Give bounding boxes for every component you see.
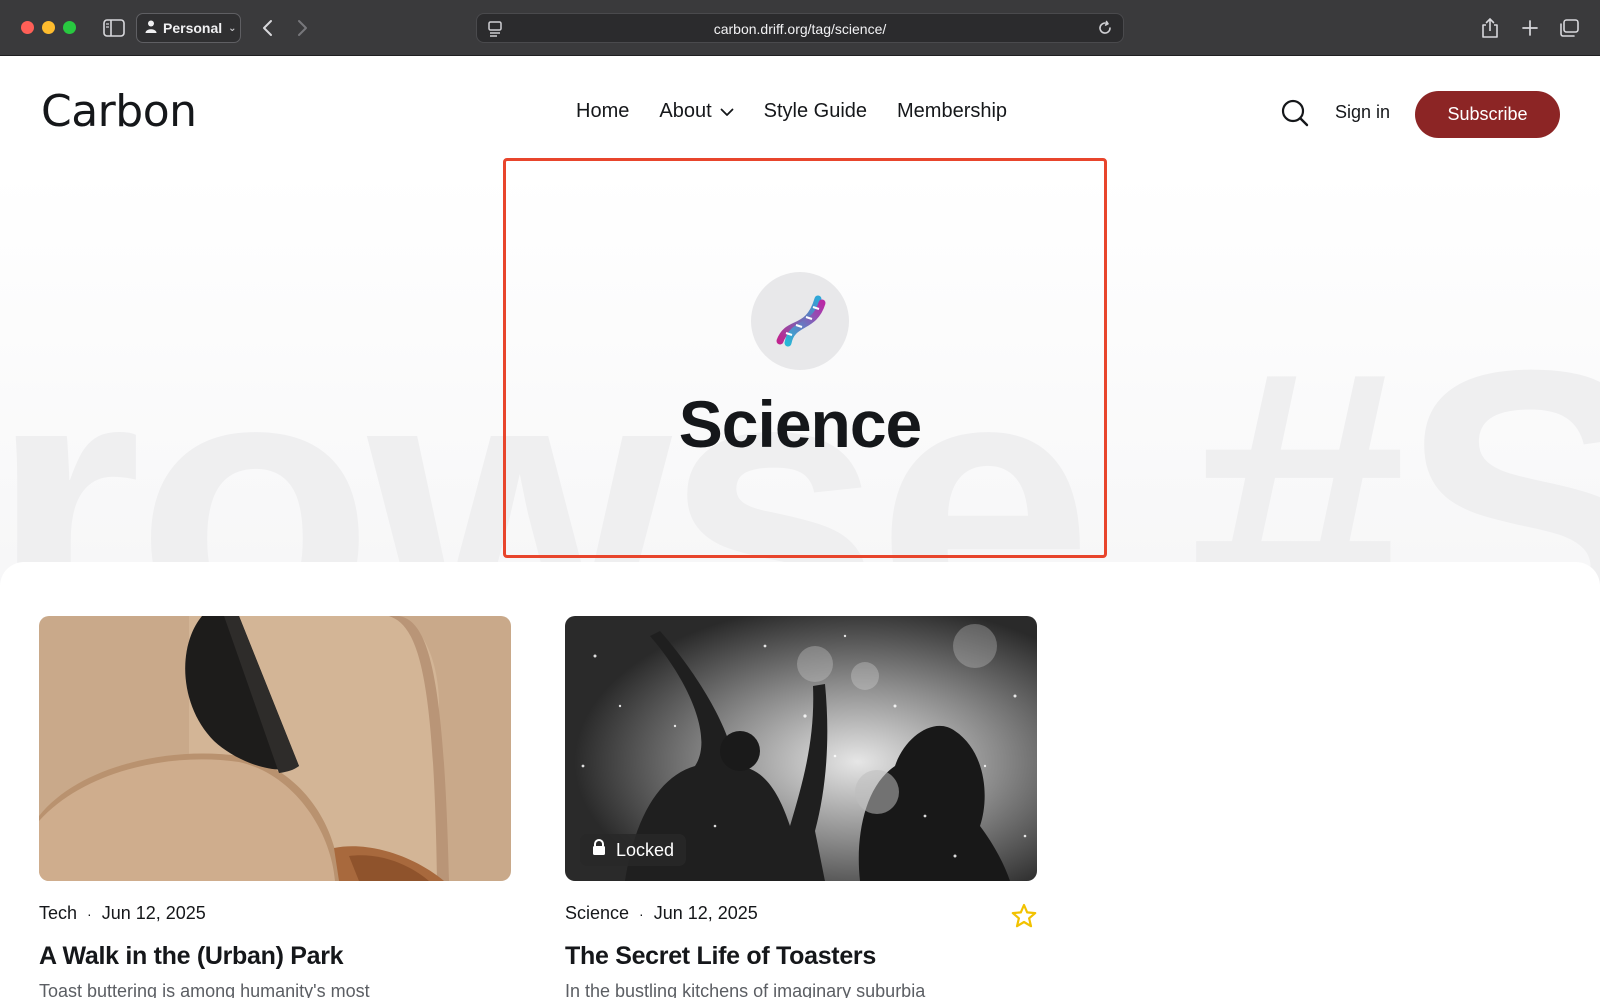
post-card-meta: Science · Jun 12, 2025	[565, 903, 1037, 924]
nav-membership[interactable]: Membership	[897, 100, 1007, 123]
highlight-annotation-box	[503, 158, 1107, 558]
post-card-image[interactable]: Locked	[565, 616, 1037, 881]
profile-label: Personal	[163, 20, 223, 36]
close-window-button[interactable]	[21, 21, 34, 34]
post-card-title[interactable]: A Walk in the (Urban) Park	[39, 942, 511, 971]
post-card[interactable]: Tech · Jun 12, 2025 A Walk in the (Urban…	[39, 616, 511, 998]
post-card-meta: Tech · Jun 12, 2025	[39, 903, 511, 924]
locked-badge: Locked	[580, 834, 687, 866]
post-card-date: Jun 12, 2025	[653, 903, 758, 923]
post-card-title[interactable]: The Secret Life of Toasters	[565, 942, 1037, 971]
nav-style-guide[interactable]: Style Guide	[764, 100, 867, 123]
nav-about-label: About	[659, 100, 712, 122]
post-card-excerpt: In the bustling kitchens of imaginary su…	[565, 981, 926, 998]
chevron-down-icon	[720, 100, 734, 123]
meta-separator: ·	[639, 905, 644, 922]
person-icon	[145, 20, 157, 36]
post-card-tag[interactable]: Science	[565, 903, 629, 924]
post-card[interactable]: Locked Science · Jun 12, 2025 The Secret…	[565, 616, 1037, 998]
zoom-window-button[interactable]	[63, 21, 76, 34]
lock-icon	[592, 839, 606, 861]
locked-label: Locked	[616, 839, 675, 860]
meta-separator: ·	[87, 905, 92, 922]
chevron-down-icon: ⌄	[228, 22, 237, 34]
new-tab-icon[interactable]	[1518, 15, 1542, 41]
post-card-image[interactable]	[39, 616, 511, 881]
featured-star-icon	[1011, 903, 1037, 929]
address-bar[interactable]: carbon.driff.org/tag/science/	[476, 13, 1124, 43]
sidebar-toggle-icon[interactable]	[102, 16, 126, 40]
share-icon[interactable]	[1478, 15, 1502, 41]
post-card-date: Jun 12, 2025	[101, 903, 206, 923]
main-navigation: Home About Style Guide Membership	[576, 100, 1007, 123]
search-icon[interactable]	[1280, 98, 1310, 128]
site-header: Carbon Home About Style Guide Membership…	[0, 56, 1600, 172]
post-card-excerpt: Toast buttering is among humanity's most	[39, 981, 370, 998]
back-arrow-icon[interactable]	[255, 16, 279, 40]
site-logo[interactable]: Carbon	[41, 86, 197, 137]
tab-overview-icon[interactable]	[1556, 15, 1582, 41]
browser-toolbar: Personal ⌄ carbon.driff.org/tag/science/	[0, 0, 1600, 56]
nav-about[interactable]: About	[659, 100, 734, 123]
profile-switcher[interactable]: Personal ⌄	[136, 13, 241, 43]
post-card-tag[interactable]: Tech	[39, 903, 77, 924]
subscribe-button[interactable]: Subscribe	[1415, 91, 1560, 138]
forward-arrow-icon[interactable]	[291, 16, 315, 40]
reload-icon[interactable]	[1097, 20, 1115, 38]
sign-in-link[interactable]: Sign in	[1335, 102, 1390, 123]
url-text: carbon.driff.org/tag/science/	[713, 21, 887, 37]
minimize-window-button[interactable]	[42, 21, 55, 34]
nav-home[interactable]: Home	[576, 100, 629, 123]
